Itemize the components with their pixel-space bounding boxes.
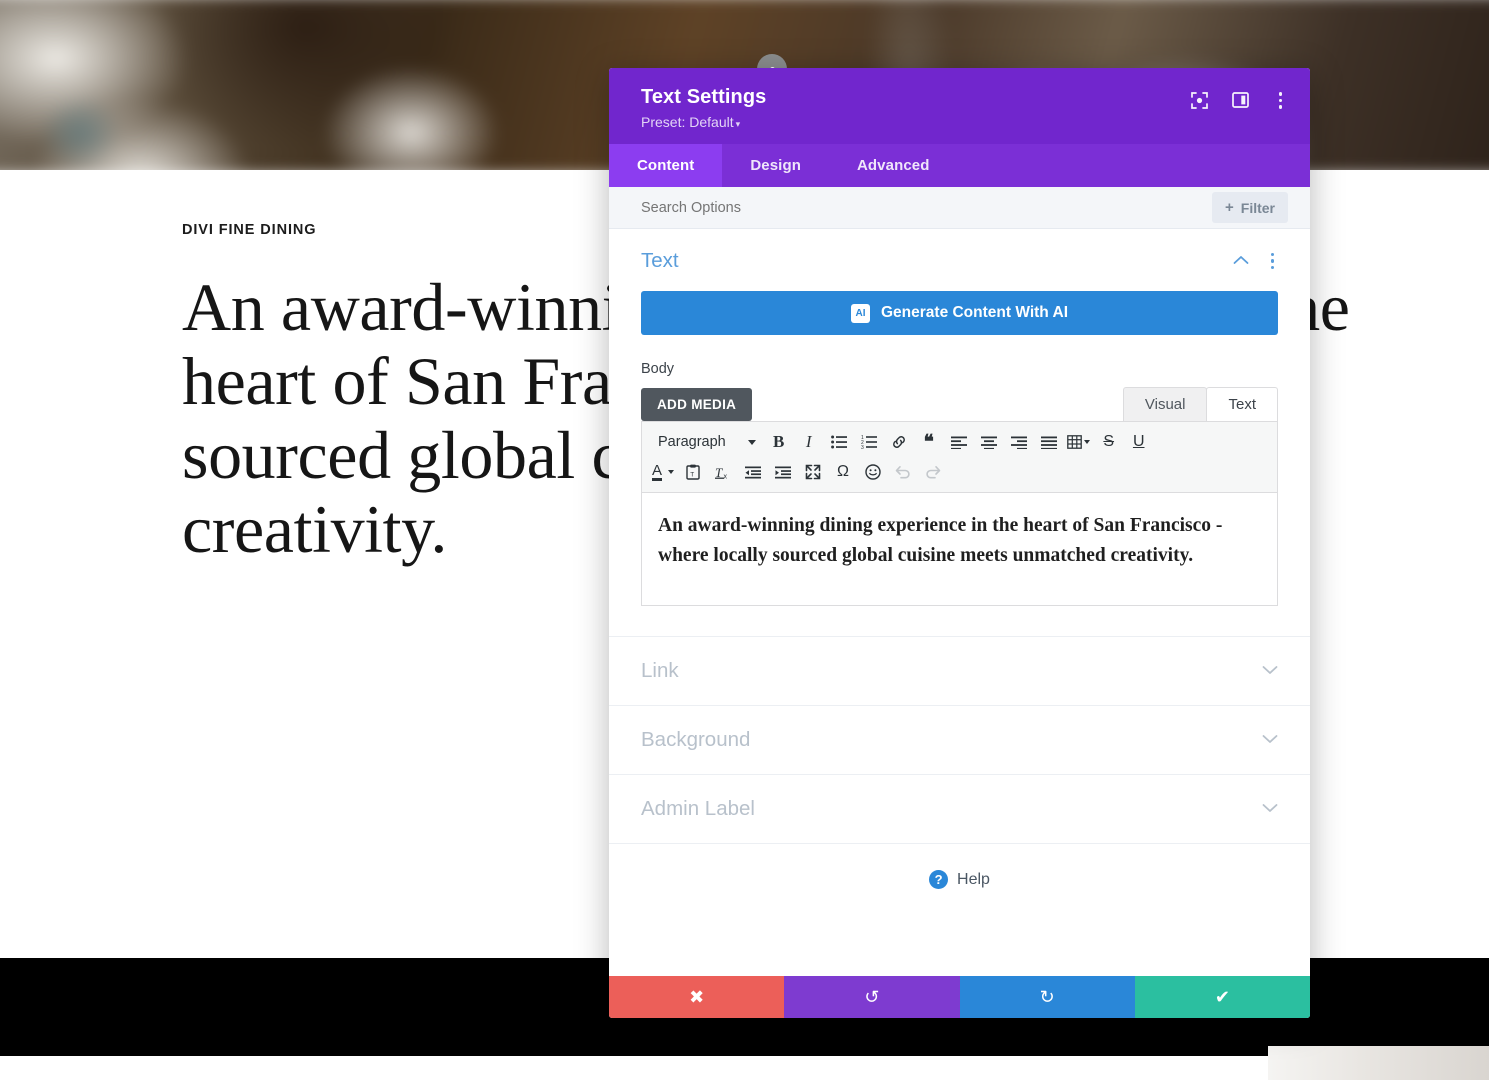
- align-center-button[interactable]: [974, 427, 1004, 457]
- filter-button[interactable]: + Filter: [1212, 192, 1288, 223]
- svg-text:x: x: [724, 473, 728, 480]
- editor-mode-tabs: Visual Text: [1122, 387, 1278, 421]
- editor-topbar: ADD MEDIA Visual Text: [641, 387, 1278, 421]
- eyebrow-label: DIVI FINE DINING: [182, 222, 317, 238]
- footer-image-strip: [1268, 1046, 1489, 1080]
- strikethrough-button[interactable]: S: [1094, 427, 1124, 457]
- help-label: Help: [957, 870, 990, 888]
- modal-body: Text AI Generate Content With AI Body AD…: [609, 229, 1310, 976]
- cancel-button[interactable]: ✖: [609, 976, 785, 1018]
- search-bar: + Filter: [609, 187, 1310, 229]
- emoji-button[interactable]: [858, 457, 888, 487]
- chevron-down-icon: ▾: [735, 119, 741, 129]
- svg-text:T: T: [690, 472, 694, 479]
- plus-icon: +: [1225, 199, 1234, 216]
- clear-formatting-button[interactable]: Tx: [708, 457, 738, 487]
- modal-tabs: Content Design Advanced: [609, 144, 1310, 187]
- modal-header: Text Settings Preset: Default ▾: [609, 68, 1310, 144]
- body-editor: ADD MEDIA Visual Text Paragraph B I 1 2 …: [641, 387, 1278, 606]
- paragraph-format-select[interactable]: Paragraph: [648, 427, 764, 457]
- underline-button[interactable]: U: [1124, 427, 1154, 457]
- fullscreen-button[interactable]: [798, 457, 828, 487]
- more-options-icon[interactable]: [1273, 90, 1289, 111]
- undo-button[interactable]: ↺: [784, 976, 960, 1018]
- ai-button-label: Generate Content With AI: [880, 304, 1068, 321]
- body-field-label: Body: [641, 361, 675, 377]
- toolbar-row-2: A T Tx Ω: [648, 457, 1271, 487]
- special-character-button[interactable]: Ω: [828, 457, 858, 487]
- tab-design[interactable]: Design: [722, 144, 829, 187]
- accordion-link-label: Link: [641, 659, 679, 682]
- insert-link-icon[interactable]: [884, 427, 914, 457]
- focus-module-icon[interactable]: [1190, 91, 1208, 109]
- section-title: Text: [641, 249, 679, 272]
- editor-tab-visual[interactable]: Visual: [1122, 387, 1208, 421]
- editor-text-content[interactable]: An award-winning dining experience in th…: [642, 493, 1277, 605]
- align-justify-button[interactable]: [1034, 427, 1064, 457]
- chevron-down-icon: [668, 470, 674, 474]
- bulleted-list-button[interactable]: [824, 427, 854, 457]
- ai-badge-icon: AI: [850, 303, 870, 323]
- chevron-down-icon: [1262, 800, 1278, 818]
- numbered-list-button[interactable]: 123: [854, 427, 884, 457]
- tab-advanced[interactable]: Advanced: [829, 144, 958, 187]
- chevron-down-icon: [1262, 662, 1278, 680]
- chevron-down-icon: [747, 439, 756, 445]
- blockquote-button[interactable]: ❝: [914, 427, 944, 457]
- toolbar-row-1: Paragraph B I 123 ❝ S U: [648, 427, 1271, 457]
- svg-text:3: 3: [861, 445, 864, 449]
- modal-header-icons: [1190, 90, 1289, 111]
- chevron-down-icon: [1084, 440, 1091, 444]
- add-media-button[interactable]: ADD MEDIA: [641, 388, 753, 421]
- filter-label: Filter: [1240, 199, 1275, 216]
- italic-button[interactable]: I: [794, 427, 824, 457]
- modal-footer: ✖ ↺ ↻ ✔: [609, 976, 1310, 1018]
- paste-as-text-button[interactable]: T: [678, 457, 708, 487]
- modal-title: Text Settings: [641, 86, 767, 108]
- section-actions: [1233, 251, 1279, 272]
- editor-tab-text[interactable]: Text: [1206, 387, 1278, 421]
- table-button[interactable]: [1064, 427, 1094, 457]
- accordion-admin-label[interactable]: Admin Label: [609, 774, 1310, 843]
- text-color-button[interactable]: A: [648, 457, 678, 487]
- help-icon: ?: [929, 870, 949, 889]
- search-input[interactable]: [641, 199, 1041, 216]
- text-settings-modal: Text Settings Preset: Default ▾ Content D…: [609, 68, 1310, 1018]
- accordion-link[interactable]: Link: [609, 636, 1310, 705]
- panel-layout-icon[interactable]: [1231, 92, 1249, 109]
- chevron-down-icon: [1262, 731, 1278, 749]
- undo-button[interactable]: [888, 457, 918, 487]
- paragraph-format-label: Paragraph: [658, 434, 726, 450]
- tab-content[interactable]: Content: [609, 144, 723, 187]
- accordion-background-label: Background: [641, 728, 751, 751]
- redo-button[interactable]: ↻: [959, 976, 1135, 1018]
- redo-button[interactable]: [918, 457, 948, 487]
- editor-toolbar: Paragraph B I 123 ❝ S U A T T x Ω: [642, 422, 1277, 493]
- bold-button[interactable]: B: [764, 427, 794, 457]
- preset-label: Preset: Default: [641, 114, 734, 130]
- editor-container: Paragraph B I 123 ❝ S U A T T x Ω An awa…: [641, 421, 1278, 606]
- align-right-button[interactable]: [1004, 427, 1034, 457]
- align-left-button[interactable]: [944, 427, 974, 457]
- generate-content-with-ai-button[interactable]: AI Generate Content With AI: [641, 291, 1278, 335]
- section-more-options-icon[interactable]: [1267, 251, 1279, 272]
- preset-selector[interactable]: Preset: Default ▾: [641, 114, 1278, 130]
- indent-button[interactable]: [768, 457, 798, 487]
- accordion-background[interactable]: Background: [609, 705, 1310, 774]
- text-section-header: Text: [609, 229, 1310, 287]
- accordion-admin-label-label: Admin Label: [641, 797, 755, 820]
- chevron-up-icon[interactable]: [1233, 252, 1249, 270]
- outdent-button[interactable]: [738, 457, 768, 487]
- save-button[interactable]: ✔: [1134, 976, 1310, 1018]
- help-link[interactable]: ? Help: [609, 843, 1310, 919]
